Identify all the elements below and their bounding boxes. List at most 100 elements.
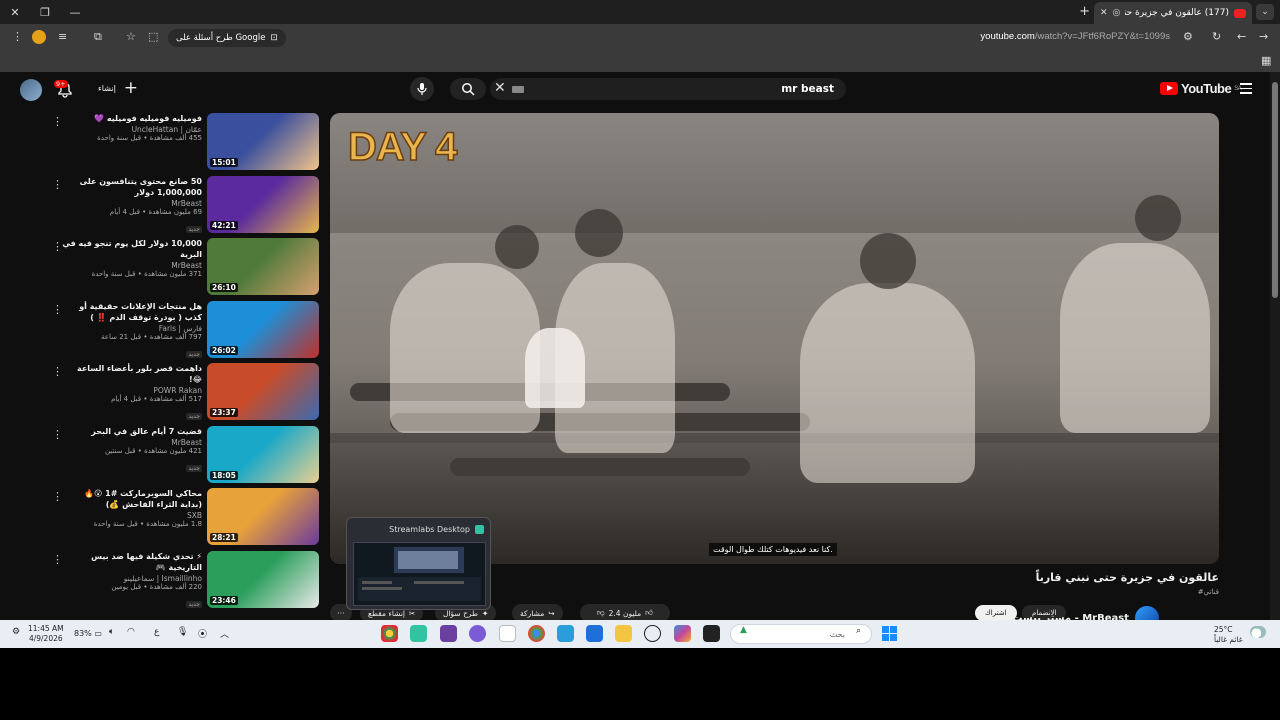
list-item[interactable]: ⋮ قضيت 7 أيام عالق في البحر MrBeast 421 … bbox=[0, 425, 325, 484]
volume-icon[interactable]: 🔈︎ bbox=[109, 627, 114, 637]
list-item[interactable]: ⋮ 50 صانع محتوى يتنافسون على 1,000,000 د… bbox=[0, 175, 325, 234]
recommendation-channel[interactable]: MrBeast bbox=[62, 261, 202, 270]
copilot-app-icon[interactable] bbox=[674, 625, 691, 642]
screenshot-icon[interactable]: ⬚ bbox=[148, 30, 158, 43]
recommendation-thumbnail[interactable]: 28:21 bbox=[207, 488, 319, 545]
google-ask-pill[interactable]: طرح أسئلة على Google ⊡ bbox=[168, 29, 286, 47]
recommendation-meta: فوميليه فوميليه فوميليه 💜 عمّان | UncleH… bbox=[62, 113, 202, 142]
tab-search-icon[interactable]: ⌄ bbox=[1256, 4, 1274, 20]
calculator-app-icon[interactable] bbox=[557, 625, 574, 642]
wifi-icon[interactable]: ◠ bbox=[127, 627, 135, 637]
list-item[interactable]: ⋮ هل منتجات الإعلانات حقيقية أو كذب ( بو… bbox=[0, 300, 325, 359]
list-item[interactable]: ⋮ 10,000 دولار لكل يوم تنجو فيه في البري… bbox=[0, 238, 325, 296]
recommendation-thumbnail[interactable]: 26:10 bbox=[207, 238, 319, 295]
settings-tray-icon[interactable]: ⚙ bbox=[12, 627, 20, 637]
taskbar-search-input[interactable]: بحث bbox=[730, 624, 872, 644]
battery-indicator[interactable]: 83% ▭ bbox=[74, 629, 102, 638]
avatar[interactable] bbox=[20, 79, 42, 101]
recommendation-title[interactable]: 50 صانع محتوى يتنافسون على 1,000,000 دول… bbox=[62, 176, 202, 198]
recommendation-channel[interactable]: MrBeast bbox=[62, 438, 202, 447]
youtube-logo[interactable]: YouTube SA bbox=[1160, 81, 1242, 96]
minimize-window-icon[interactable]: — bbox=[60, 0, 90, 24]
close-tab-icon[interactable]: ✕ bbox=[1100, 8, 1108, 18]
taskbar-clock[interactable]: 11:45 AM 4/9/2026 bbox=[28, 624, 64, 644]
recommendation-title[interactable]: محاكي السوبرماركت #1 😮🔥 (بداية الثراء ال… bbox=[62, 488, 202, 510]
recommendation-channel[interactable]: POWR Rakan bbox=[62, 386, 202, 395]
menu-dots-icon[interactable]: ⋮ bbox=[12, 30, 23, 43]
show-hidden-icons-chevron-icon[interactable]: ︿ bbox=[220, 627, 229, 640]
input-language[interactable]: ع bbox=[154, 627, 159, 637]
list-item[interactable]: ⋮ محاكي السوبرماركت #1 😮🔥 (بداية الثراء … bbox=[0, 488, 325, 546]
terminal-app-icon[interactable] bbox=[703, 625, 720, 642]
chatgpt-app-icon[interactable] bbox=[644, 625, 661, 642]
taskbar-preview-popup[interactable]: Streamlabs Desktop bbox=[346, 517, 491, 610]
file-explorer-icon[interactable] bbox=[615, 625, 632, 642]
list-item[interactable]: ⋮ فوميليه فوميليه فوميليه 💜 عمّان | Uncl… bbox=[0, 113, 325, 171]
recommendation-title[interactable]: فوميليه فوميليه فوميليه 💜 bbox=[62, 113, 202, 124]
audio-icon[interactable]: ◎ bbox=[1113, 8, 1121, 18]
list-item[interactable]: ⋮ ⚡ تحدي شكيلة فيها ضد بيس التاريخية 🎮 I… bbox=[0, 550, 325, 609]
search-button[interactable] bbox=[450, 78, 486, 100]
tab-youtube[interactable]: (177) عالقون في جزيرة حتى... ◎ ✕ bbox=[1094, 2, 1252, 24]
recommendation-title[interactable]: هل منتجات الإعلانات حقيقية أو كذب ( بودر… bbox=[62, 301, 202, 323]
recommendation-title[interactable]: داهمت قصر بلور بأعضاء الساعة 😂! bbox=[62, 363, 202, 385]
extension-icon[interactable] bbox=[32, 30, 46, 44]
reading-list-icon[interactable]: ≡ bbox=[58, 30, 67, 43]
windows-start-icon[interactable] bbox=[882, 626, 897, 641]
chrome-profile-app-icon[interactable] bbox=[528, 625, 545, 642]
create-button[interactable]: إنشاء + bbox=[98, 80, 138, 97]
recommendation-views: 69 مليون مشاهدة • قبل 4 أيام bbox=[109, 207, 202, 216]
restore-window-icon[interactable]: ❐ bbox=[30, 0, 60, 24]
youtube-play-icon bbox=[1160, 82, 1178, 95]
streamlabs-app-icon[interactable] bbox=[410, 625, 427, 642]
recommendation-title[interactable]: 10,000 دولار لكل يوم تنجو فيه في البرية bbox=[62, 238, 202, 260]
recommendation-channel[interactable]: عمّان | UncleHattan bbox=[62, 125, 202, 134]
recommendation-channel[interactable]: Ismaillinho | سماعيلينو bbox=[62, 574, 202, 583]
recommendation-channel[interactable]: فارس | Faris bbox=[62, 324, 202, 333]
new-tab-button[interactable]: + bbox=[1079, 4, 1090, 19]
recommendation-thumbnail[interactable]: 23:46 bbox=[207, 550, 319, 608]
bookmark-star-icon[interactable]: ☆ bbox=[126, 30, 136, 43]
popup-preview-thumbnail[interactable] bbox=[353, 542, 486, 606]
browser-toolbar: ⋮ ≡ ⧉ ☆ ⬚ طرح أسئلة على Google ⊡ youtube… bbox=[0, 24, 1280, 52]
hamburger-menu-icon[interactable] bbox=[1240, 83, 1252, 97]
forward-arrow-icon[interactable]: → bbox=[1259, 30, 1268, 43]
reload-icon[interactable]: ↻ bbox=[1212, 30, 1221, 43]
file-app-icon[interactable] bbox=[499, 625, 516, 642]
like-icon[interactable]: 👍︎ bbox=[645, 608, 653, 618]
keyboard-icon[interactable] bbox=[512, 86, 524, 93]
recommendation-title[interactable]: قضيت 7 أيام عالق في البحر bbox=[62, 426, 202, 437]
store-app-icon[interactable] bbox=[586, 625, 603, 642]
weather-widget[interactable]: 25°C غائم غالباً bbox=[1214, 625, 1243, 645]
recommendation-thumbnail[interactable]: 26:02 bbox=[207, 300, 319, 358]
recommendation-thumbnail[interactable]: 23:37 bbox=[207, 363, 319, 420]
recommendation-title[interactable]: ⚡ تحدي شكيلة فيها ضد بيس التاريخية 🎮 bbox=[62, 551, 202, 573]
apps-grid-icon[interactable]: ▦ bbox=[1261, 54, 1271, 67]
url-field[interactable]: youtube.com/watch?v=JFtf6RoPZY&t=1099s bbox=[980, 31, 1170, 42]
chrome-app-icon[interactable] bbox=[381, 625, 398, 642]
media-app-icon[interactable] bbox=[440, 625, 457, 642]
site-settings-icon[interactable]: ⚙ bbox=[1183, 30, 1193, 43]
tv-app-icon[interactable] bbox=[469, 625, 486, 642]
recommendation-channel[interactable]: MrBeast bbox=[62, 199, 202, 208]
voice-search-button[interactable] bbox=[410, 77, 434, 101]
recommendation-thumbnail[interactable]: 18:05 bbox=[207, 425, 319, 483]
microphone-tray-icon[interactable]: 🎙︎ bbox=[177, 627, 188, 637]
search-input[interactable]: mr beast bbox=[490, 78, 846, 100]
list-item[interactable]: ⋮ داهمت قصر بلور بأعضاء الساعة 😂! POWR R… bbox=[0, 363, 325, 421]
record-tray-icon[interactable]: ⦿ bbox=[198, 627, 207, 640]
recommendation-thumbnail[interactable]: 15:01 bbox=[207, 113, 319, 170]
person-head bbox=[575, 209, 623, 257]
recommendation-thumbnail[interactable]: 42:21 bbox=[207, 175, 319, 233]
video-player[interactable]: DAY 4 كنا نعد فيديوهات كتلك طوال الوقت. bbox=[330, 113, 1219, 564]
back-arrow-icon[interactable]: ← bbox=[1237, 30, 1246, 43]
recommendation-channel[interactable]: SXB bbox=[62, 511, 202, 520]
page-scrollbar[interactable] bbox=[1270, 72, 1280, 620]
extensions-icon[interactable]: ⧉ bbox=[94, 30, 102, 44]
video-hashtag[interactable]: #قناتي bbox=[1198, 588, 1219, 596]
dislike-icon[interactable]: 👎︎ bbox=[597, 608, 605, 618]
scrollbar-thumb[interactable] bbox=[1272, 82, 1278, 298]
subscribe-button[interactable]: اشتراك bbox=[975, 605, 1017, 621]
close-window-icon[interactable]: ✕ bbox=[0, 0, 30, 24]
clear-search-icon[interactable]: ✕ bbox=[494, 80, 506, 96]
